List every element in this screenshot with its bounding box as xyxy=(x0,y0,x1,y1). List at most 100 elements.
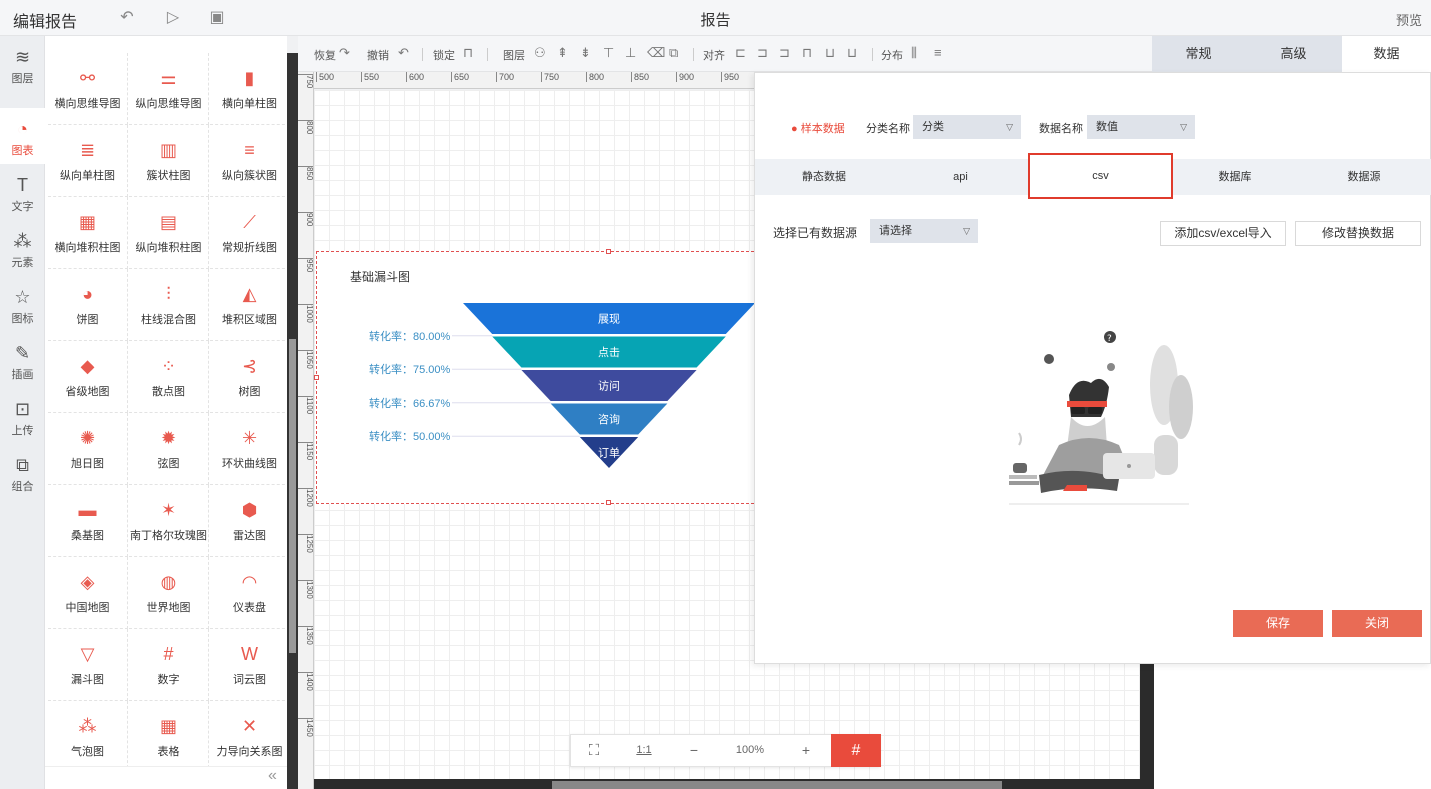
chart-type-item[interactable]: # 数字 xyxy=(129,629,209,701)
rail-item-text[interactable]: T 文字 xyxy=(0,164,45,220)
undo-icon[interactable]: ↶ xyxy=(118,9,136,27)
tab-advanced[interactable]: 高级 xyxy=(1247,36,1340,72)
canvas-horizontal-scrollbar[interactable] xyxy=(314,779,1154,789)
chart-type-icon: ✺ xyxy=(79,428,96,448)
chart-type-item[interactable]: ▽ 漏斗图 xyxy=(48,629,128,701)
scrollbar-thumb[interactable] xyxy=(289,339,296,653)
chart-type-item[interactable]: ◠ 仪表盘 xyxy=(210,557,290,629)
save-icon[interactable]: ▣ xyxy=(208,9,226,27)
undo-button[interactable]: 撤销 xyxy=(367,47,389,63)
chart-type-item[interactable]: ≣ 纵向单柱图 xyxy=(48,125,128,197)
chart-type-item[interactable]: ⁘ 散点图 xyxy=(129,341,209,413)
layer-up-icon[interactable]: ⇞ xyxy=(557,45,568,61)
distribute-vertical-icon[interactable]: ≡ xyxy=(934,45,942,60)
lock-icon[interactable]: ⊓ xyxy=(463,45,473,61)
actual-size-button[interactable]: 1:1 xyxy=(623,735,665,766)
rail-item-upload[interactable]: ⊡ 上传 xyxy=(0,388,45,444)
tab-static-data[interactable]: 静态数据 xyxy=(755,159,893,195)
tab-data-source[interactable]: 数据源 xyxy=(1297,159,1431,195)
funnel-stage-label: 访问 xyxy=(598,380,620,393)
distribute-horizontal-icon[interactable]: ⫼ xyxy=(911,45,917,61)
chart-type-icon: ◆ xyxy=(80,356,95,376)
fit-screen-icon[interactable]: ⛶ xyxy=(571,735,617,766)
tab-general[interactable]: 常规 xyxy=(1152,36,1245,72)
chart-type-item[interactable]: ⚌ 纵向思维导图 xyxy=(129,53,209,125)
chart-type-item[interactable]: ✹ 弦图 xyxy=(129,413,209,485)
chart-type-item[interactable]: ⬢ 雷达图 xyxy=(210,485,290,557)
align-right-icon[interactable]: ⊐ xyxy=(779,45,790,61)
ruler-tick: 500 xyxy=(316,72,334,82)
category-select[interactable]: 分类 ▽ xyxy=(913,115,1021,139)
chart-type-item[interactable]: ✕ 力导向关系图 xyxy=(210,701,290,773)
chart-type-item[interactable]: ⫶ 柱线混合图 xyxy=(129,269,209,341)
play-icon[interactable]: ▷ xyxy=(164,9,182,27)
funnel-chart-widget[interactable]: 基础漏斗图 展现 点击 访问 咨询 订单 转化率：80.00% 转化率：75.00% 转… xyxy=(314,249,755,505)
chart-type-label: 气泡图 xyxy=(71,746,104,758)
value-select[interactable]: 数值 ▽ xyxy=(1087,115,1195,139)
add-csv-button[interactable]: 添加csv/excel导入 xyxy=(1160,221,1286,246)
tab-api[interactable]: api xyxy=(893,159,1028,195)
layer-bottom-icon[interactable]: ⊥ xyxy=(625,45,636,61)
rail-item-illustration[interactable]: ✎ 插画 xyxy=(0,332,45,388)
zoom-in-button[interactable]: + xyxy=(783,735,829,766)
copy-icon[interactable]: ⧉ xyxy=(669,45,678,61)
rail-item-charts[interactable]: ◔ 图表 xyxy=(0,108,45,164)
chart-type-item[interactable]: ◆ 省级地图 xyxy=(48,341,128,413)
existing-source-select[interactable]: 请选择 ▽ xyxy=(870,219,978,243)
chart-type-item[interactable]: ⚯ 横向思维导图 xyxy=(48,53,128,125)
chart-type-icon: ⬢ xyxy=(241,500,258,520)
rail-item-icons[interactable]: ☆ 图标 xyxy=(0,276,45,332)
tab-database[interactable]: 数据库 xyxy=(1173,159,1297,195)
chart-type-item[interactable]: ⊰ 树图 xyxy=(210,341,290,413)
chart-type-icon: ▤ xyxy=(159,212,177,232)
lock-button[interactable]: 锁定 xyxy=(433,47,455,63)
chart-type-item[interactable]: ✳ 环状曲线图 xyxy=(210,413,290,485)
chart-type-item[interactable]: ⟋ 常规折线图 xyxy=(210,197,290,269)
layer-top-icon[interactable]: ⊤ xyxy=(603,45,614,61)
tab-csv[interactable]: csv xyxy=(1028,153,1173,199)
funnel-stage-label: 订单 xyxy=(598,447,620,460)
rail-item-group[interactable]: ⧉ 组合 xyxy=(0,444,45,500)
zoom-out-button[interactable]: − xyxy=(671,735,717,766)
tab-data[interactable]: 数据 xyxy=(1342,36,1431,72)
chart-type-item[interactable]: ◈ 中国地图 xyxy=(48,557,128,629)
replace-data-button[interactable]: 修改替换数据 xyxy=(1295,221,1421,246)
save-button[interactable]: 保存 xyxy=(1233,610,1323,637)
chart-type-item[interactable]: ◍ 世界地图 xyxy=(129,557,209,629)
layer-down-icon[interactable]: ⇟ xyxy=(580,45,591,61)
align-bottom-icon[interactable]: ⊔ xyxy=(847,45,857,61)
library-scrollbar[interactable] xyxy=(287,53,298,789)
grid-toggle-icon[interactable]: # xyxy=(831,734,881,767)
chart-type-item[interactable]: ▬ 桑基图 xyxy=(48,485,128,557)
close-button[interactable]: 关闭 xyxy=(1332,610,1422,637)
chart-type-item[interactable]: ⁂ 气泡图 xyxy=(48,701,128,773)
chart-type-label: 中国地图 xyxy=(65,602,110,614)
chart-type-item[interactable]: ✶ 南丁格尔玫瑰图 xyxy=(129,485,209,557)
rail-item-elements[interactable]: ⁂ 元素 xyxy=(0,220,45,276)
align-middle-icon[interactable]: ⊔ xyxy=(825,45,835,61)
chart-type-item[interactable]: ▦ 横向堆积柱图 xyxy=(48,197,128,269)
layer-group-icon[interactable]: ⚇ xyxy=(534,45,546,61)
chart-type-item[interactable]: ▦ 表格 xyxy=(129,701,209,773)
chart-type-item[interactable]: W 词云图 xyxy=(210,629,290,701)
ruler-tick: 1250 xyxy=(298,534,313,553)
chart-type-item[interactable]: ◕ 饼图 xyxy=(48,269,128,341)
preview-button[interactable]: 预览 xyxy=(1396,10,1422,29)
rail-item-layers[interactable]: ≋ 图层 xyxy=(0,36,45,92)
undo-arrow-icon[interactable]: ↶ xyxy=(398,45,409,61)
chart-type-icon: ⟋ xyxy=(243,212,256,232)
redo-button[interactable]: 恢复 xyxy=(314,47,336,63)
chart-type-item[interactable]: ≡ 纵向簇状图 xyxy=(210,125,290,197)
align-left-icon[interactable]: ⊏ xyxy=(735,45,746,61)
redo-icon[interactable]: ↷ xyxy=(339,45,350,61)
delete-icon[interactable]: ⌫ xyxy=(647,45,665,61)
chart-type-item[interactable]: ▤ 纵向堆积柱图 xyxy=(129,197,209,269)
align-top-icon[interactable]: ⊓ xyxy=(802,45,812,61)
chart-type-item[interactable]: ▥ 簇状柱图 xyxy=(129,125,209,197)
chart-type-item[interactable]: ▮ 横向单柱图 xyxy=(210,53,290,125)
chart-type-icon: ◠ xyxy=(241,572,258,592)
align-center-icon[interactable]: ⊐ xyxy=(757,45,768,61)
chart-type-item[interactable]: ◭ 堆积区域图 xyxy=(210,269,290,341)
chart-type-item[interactable]: ✺ 旭日图 xyxy=(48,413,128,485)
collapse-panel-icon[interactable]: « xyxy=(268,767,277,785)
